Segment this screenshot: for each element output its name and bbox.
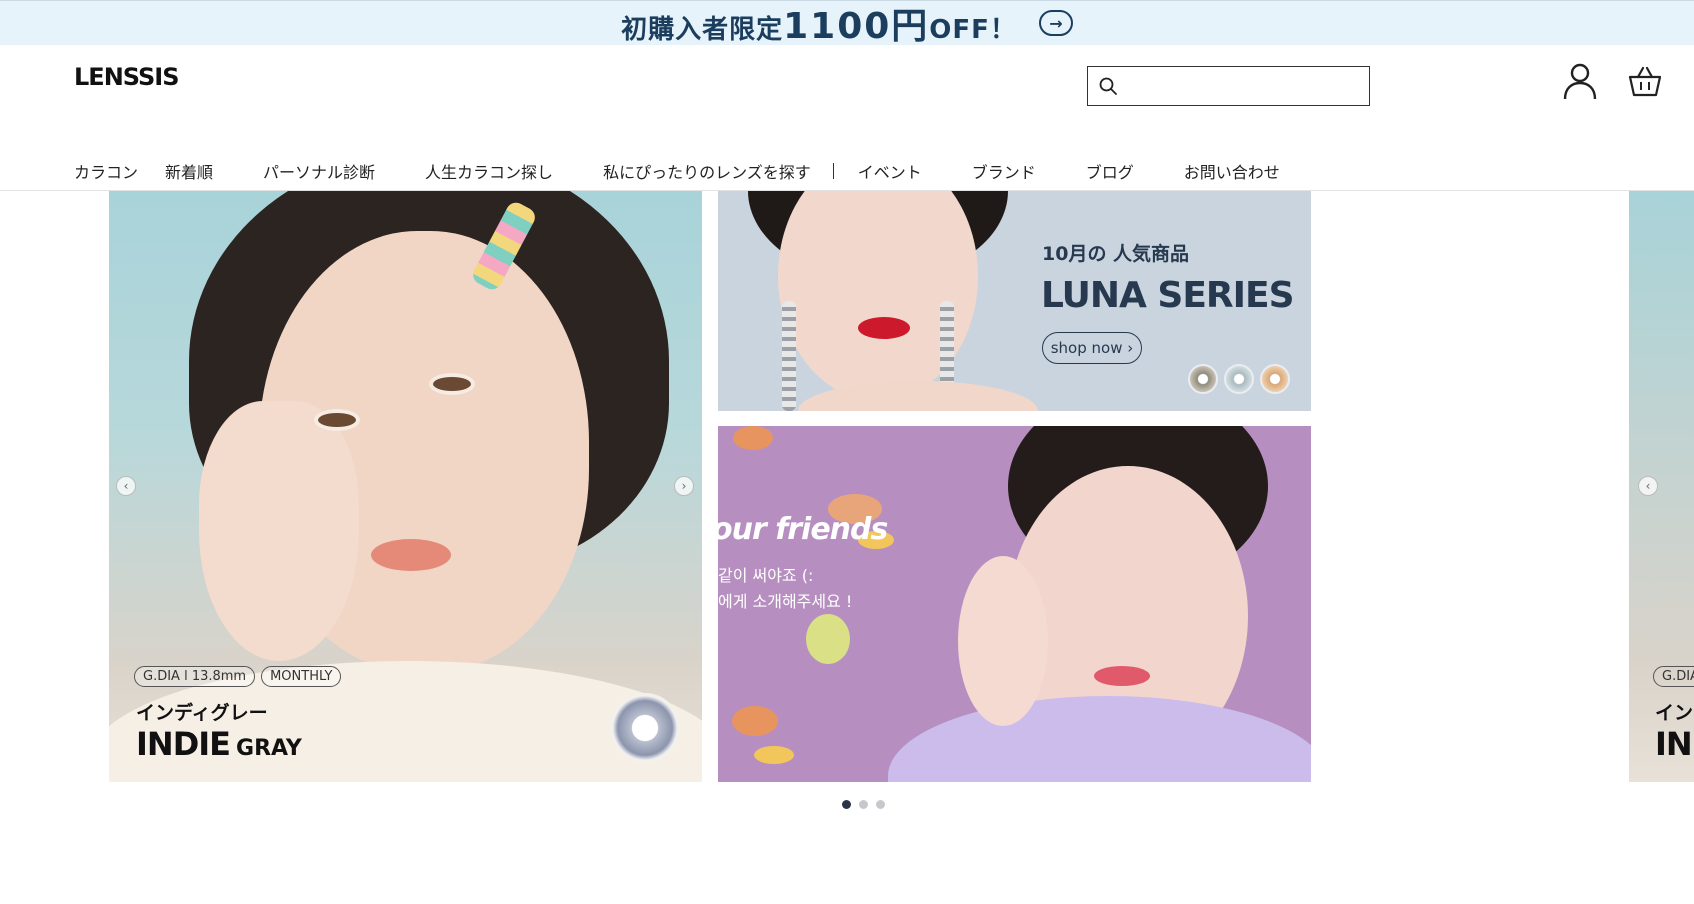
nav-item-life-colorcon[interactable]: 人生カラコン探し	[425, 159, 553, 183]
shopping-basket-icon[interactable]	[1628, 65, 1662, 101]
product-name-jp: イン	[1655, 702, 1694, 724]
lens-swatch	[1188, 364, 1218, 394]
hero-carousel: G.DIA l 13.8mm MONTHLY インディグレー INDIE GRAY…	[0, 191, 1694, 782]
nav-divider	[832, 163, 834, 179]
product-name-en: INDIE GRAY	[136, 725, 302, 763]
period-badge: MONTHLY	[261, 666, 342, 687]
site-header: LENSSIS カラコン 新着順 パーソナル診断 人生カラコン探し 私にぴったり…	[0, 45, 1694, 191]
confetti	[732, 706, 778, 736]
carousel-prev-icon[interactable]: ‹	[116, 476, 136, 496]
site-logo[interactable]: LENSSIS	[74, 63, 179, 91]
banner-friends[interactable]: our friends 같이 써야죠 (: 에게 소개해주세요 !	[718, 426, 1311, 782]
diameter-badge: G.DIA l 13.8mm	[134, 666, 256, 687]
nav-item-blog[interactable]: ブログ	[1086, 159, 1134, 183]
promo-text-suffix: OFF！	[929, 15, 1017, 45]
product-title-main: INDIE	[136, 725, 231, 763]
user-account-icon[interactable]	[1562, 62, 1598, 104]
promo-text-prefix: 初購入者限定	[621, 15, 784, 45]
promo-text-amount: 1100円	[783, 6, 930, 47]
banner-title: LUNA SERIES	[1041, 275, 1295, 316]
model-lips	[858, 317, 910, 339]
product-name-en: INI	[1655, 725, 1694, 763]
product-badges: G.DIA l 13.8mm MONTHLY	[134, 666, 342, 687]
carousel-prev-icon[interactable]: ‹	[1638, 476, 1658, 496]
lens-swatch	[1224, 364, 1254, 394]
product-title-small: GRAY	[236, 736, 302, 761]
confetti	[733, 426, 773, 450]
model-hand	[199, 401, 359, 661]
search-box[interactable]	[1087, 66, 1370, 106]
banner-text-line1: 같이 써야죠 (:	[718, 566, 814, 585]
model-eye	[429, 373, 475, 395]
lens-swatch	[1260, 364, 1290, 394]
pagination-dot[interactable]	[859, 800, 868, 809]
promo-banner[interactable]: 初購入者限定1100円OFF！ →	[0, 0, 1694, 47]
nav-item-brand[interactable]: ブランド	[972, 159, 1036, 183]
search-icon[interactable]	[1098, 76, 1118, 100]
search-input[interactable]	[1126, 73, 1362, 99]
model-hand	[958, 556, 1048, 726]
nav-item-colorcon[interactable]: カラコン	[74, 159, 138, 183]
banner-text-line2: 에게 소개해주세요 !	[718, 592, 853, 611]
model-lips	[1094, 666, 1150, 686]
nav-item-event[interactable]: イベント	[858, 159, 922, 183]
banner-luna-series[interactable]: 10月の 人気商品 LUNA SERIES shop now ›	[718, 191, 1311, 411]
promo-text: 初購入者限定1100円OFF！	[621, 0, 1017, 49]
lens-thumbnail	[613, 696, 677, 760]
carousel-pagination	[842, 800, 885, 809]
hero-slide-indie-gray[interactable]: G.DIA l 13.8mm MONTHLY インディグレー INDIE GRAY…	[109, 191, 702, 782]
banner-headline: our friends	[718, 512, 888, 547]
nav-item-contact[interactable]: お問い合わせ	[1184, 159, 1280, 183]
model-eye	[314, 409, 360, 431]
model-lips	[371, 539, 451, 571]
model-shirt	[888, 696, 1311, 782]
lens-swatches	[1188, 364, 1290, 394]
product-name-jp: インディグレー	[136, 702, 268, 724]
nav-item-find-lens[interactable]: 私にぴったりのレンズを探す	[603, 159, 811, 183]
carousel-next-icon[interactable]: ›	[674, 476, 694, 496]
main-nav: カラコン 新着順 パーソナル診断 人生カラコン探し 私にぴったりのレンズを探す …	[74, 159, 1280, 183]
pagination-dot[interactable]	[842, 800, 851, 809]
pagination-dot[interactable]	[876, 800, 885, 809]
arrow-right-icon[interactable]: →	[1038, 10, 1073, 36]
nav-item-new-arrivals[interactable]: 新着順	[165, 159, 213, 183]
banner-subtitle: 10月の 人気商品	[1042, 243, 1190, 265]
diameter-badge: G.DIA	[1653, 666, 1694, 687]
shop-now-button[interactable]: shop now ›	[1042, 332, 1142, 364]
confetti	[806, 614, 850, 664]
confetti	[754, 746, 794, 764]
earring	[782, 301, 796, 411]
hero-slide-peek[interactable]: ‹ G.DIA イン INI	[1629, 191, 1694, 782]
nav-item-personal-diagnosis[interactable]: パーソナル診断	[263, 159, 375, 183]
